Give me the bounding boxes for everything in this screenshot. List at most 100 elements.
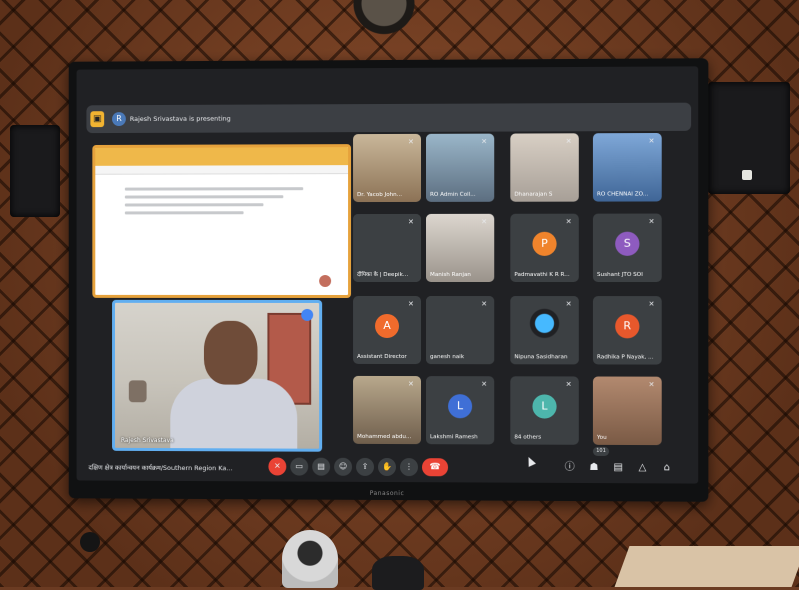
participant-name: Dr. Yacob John... — [357, 191, 403, 199]
mic-muted-icon: ✕ — [648, 137, 655, 146]
mouse-cursor-icon — [524, 455, 536, 467]
mic-muted-icon: ✕ — [565, 217, 572, 226]
mic-muted-icon: ✕ — [481, 300, 488, 309]
host-controls-icon[interactable]: ⌂ — [660, 461, 674, 475]
participant-name: दीपिका के | Deepik... — [357, 271, 409, 279]
participant-avatar: R — [615, 314, 640, 339]
mic-muted-icon: ✕ — [565, 300, 572, 309]
presenter-body — [170, 378, 298, 452]
mic-muted-icon: ✕ — [481, 217, 488, 226]
participant-name: Nipuna Sasidharan — [514, 354, 568, 361]
others-avatar-icon: L — [532, 394, 557, 419]
participant-name: RO CHENNAI ZO... — [596, 191, 649, 198]
chat-icon[interactable]: ▤ — [611, 461, 625, 475]
call-end-icon[interactable]: ☎ — [422, 458, 449, 477]
mic-muted-icon: ✕ — [648, 380, 655, 389]
mic-muted-icon: ✕ — [407, 380, 414, 389]
participant-name: Lakshmi Ramesh — [430, 434, 478, 441]
presentation-icon[interactable]: ▣ — [90, 111, 105, 128]
participant-name: RO Admin Coll... — [430, 191, 476, 198]
participant-tile[interactable]: ✕ Dhanarajan S — [510, 133, 579, 202]
participant-tile[interactable]: A ✕ Assistant Director — [353, 295, 422, 365]
emoji-icon[interactable]: ☺ — [334, 457, 353, 476]
speaking-indicator-icon — [301, 308, 314, 321]
participant-tile[interactable]: R ✕ Radhika P Nayak, ... — [592, 296, 662, 365]
conference-camera — [282, 530, 338, 588]
wall-clock — [326, 0, 442, 54]
participant-name: ganesh naik — [430, 354, 465, 361]
mic-muted-icon: ✕ — [648, 217, 655, 226]
participant-tile[interactable]: ✕ Mohammed abdu... — [353, 375, 422, 445]
participant-avatar: S — [615, 231, 640, 256]
participant-tile[interactable]: ✕ Manish Ranjan — [426, 213, 495, 283]
mic-muted-icon: ✕ — [648, 300, 655, 309]
presenter-video[interactable]: Rajesh Srivastava — [112, 299, 323, 452]
table-corner — [614, 546, 799, 587]
right-speaker — [708, 82, 790, 194]
shared-app-header — [95, 147, 349, 166]
shared-self-thumb — [319, 275, 332, 287]
participant-avatar: L — [448, 394, 473, 419]
participant-name: Mohammed abdu... — [357, 433, 412, 441]
participant-tile[interactable]: ✕ ganesh naik — [426, 296, 495, 365]
participant-count-badge: 101 — [592, 446, 610, 456]
more-vert-icon[interactable]: ⋮ — [399, 458, 419, 477]
mic-muted-icon: ✕ — [407, 217, 414, 226]
participant-tile[interactable]: ✕ Dr. Yacob John... — [353, 133, 422, 203]
presenting-bar: ▣ R Rajesh Srivastava is presenting — [86, 102, 692, 134]
presenter-head — [203, 320, 258, 385]
shared-table-row — [124, 187, 304, 191]
participant-tile[interactable]: L ✕ Lakshmi Ramesh — [426, 376, 495, 445]
participant-avatar: P — [532, 231, 557, 256]
wall-outlet — [80, 532, 100, 552]
mic-muted-icon: ✕ — [565, 137, 572, 146]
mic-muted-icon: ✕ — [481, 380, 488, 389]
info-icon[interactable]: ⓘ — [563, 461, 577, 475]
presenter-name: Rajesh Srivastava — [120, 436, 174, 445]
participant-tile[interactable]: ✕ Nipuna Sasidharan — [510, 296, 579, 365]
participant-tile[interactable]: ✕ RO Admin Coll... — [426, 133, 495, 202]
participant-tile[interactable]: S ✕ Sushant JTO SOI — [592, 213, 662, 283]
participant-name: You — [596, 434, 607, 441]
mic-muted-icon: ✕ — [407, 137, 414, 146]
background-plant — [128, 380, 147, 403]
captions-icon[interactable]: ▤ — [312, 457, 331, 476]
shared-table-row — [124, 211, 244, 215]
participant-name: Radhika P Nayak, ... — [596, 354, 654, 361]
participant-grid: ✕ Dr. Yacob John... ✕ RO Admin Coll... ✕ Dhan… — [77, 66, 699, 446]
hand-icon[interactable]: ✋ — [378, 457, 396, 477]
participant-name: 84 others — [514, 434, 542, 441]
activities-icon[interactable]: △ — [635, 461, 649, 475]
participant-name: Manish Ranjan — [430, 271, 471, 278]
left-speaker — [10, 125, 60, 217]
shared-table-row — [124, 203, 264, 207]
presenting-banner: Rajesh Srivastava is presenting — [129, 114, 231, 124]
participant-tile[interactable]: ✕ दीपिका के | Deepik... — [353, 213, 422, 283]
television: ▣ R Rajesh Srivastava is presenting Raje… — [68, 58, 709, 502]
second-camera — [372, 556, 424, 590]
presenter-avatar: R — [112, 112, 126, 127]
shared-table-row — [124, 195, 284, 199]
present-icon[interactable]: ⇪ — [356, 457, 375, 476]
participant-tile[interactable]: L ✕ 84 others — [510, 376, 579, 445]
participant-name: Dhanarajan S — [514, 191, 553, 198]
speaker-led — [742, 170, 752, 180]
participant-tile[interactable]: P ✕ Padmavathi K R R... — [510, 213, 579, 283]
participant-tile[interactable]: ✕ You — [592, 376, 662, 446]
meeting-title: दक्षिण क्षेत्र कार्यान्वयन कार्यक्रम/Sou… — [88, 463, 233, 473]
participant-avatar: A — [375, 313, 399, 339]
participant-name: Assistant Director — [357, 353, 407, 361]
people-icon[interactable]: ☗ — [587, 461, 601, 475]
mic-off-icon[interactable]: ✕ — [268, 457, 287, 476]
participant-tile[interactable]: ✕ RO CHENNAI ZO... — [592, 132, 662, 202]
shared-toolbar — [95, 165, 349, 175]
participant-name: Padmavathi K R R... — [514, 271, 570, 278]
tv-brand: Panasonic — [369, 489, 405, 498]
mic-muted-icon: ✕ — [481, 137, 488, 146]
mic-muted-icon: ✕ — [565, 380, 572, 389]
mic-muted-icon: ✕ — [407, 300, 414, 309]
meet-screen: ▣ R Rajesh Srivastava is presenting Raje… — [76, 66, 699, 484]
shared-screen[interactable] — [92, 144, 352, 298]
participant-name: Sushant JTO SOI — [596, 271, 643, 278]
camera-icon[interactable]: ▭ — [290, 457, 309, 476]
